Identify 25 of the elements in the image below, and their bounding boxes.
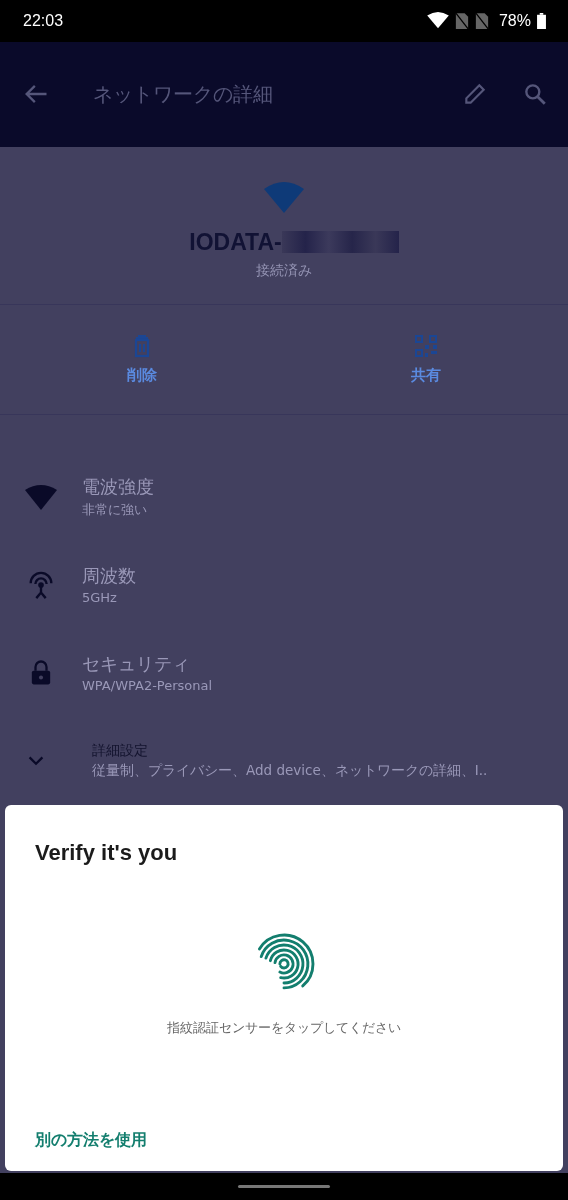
use-another-method-link[interactable]: 別の方法を使用 — [35, 1130, 147, 1152]
battery-percent: 78% — [498, 11, 531, 30]
no-sim-icon — [454, 11, 469, 30]
battery-icon — [537, 12, 546, 29]
dialog-title: Verify it's you — [35, 839, 179, 866]
qr-code-icon — [414, 333, 438, 358]
detail-value: 非常に強い — [82, 500, 148, 519]
wifi-status-icon — [426, 11, 449, 30]
lock-icon — [30, 659, 52, 687]
no-sim-icon — [474, 11, 489, 30]
detail-title: 周波数 — [82, 564, 136, 589]
detail-value: WPA/WPA2-Personal — [82, 678, 213, 694]
detail-title: 電波強度 — [82, 474, 154, 499]
share-button[interactable]: 共有 — [284, 304, 568, 414]
dialog-message: 指紋認証センサーをタップしてください — [166, 1018, 402, 1037]
wifi-signal-icon — [264, 180, 304, 213]
detail-title: セキュリティ — [82, 652, 191, 677]
detail-value: 5GHz — [82, 590, 118, 606]
connection-status: 接続済み — [256, 261, 312, 280]
gesture-handle[interactable] — [238, 1185, 330, 1189]
delete-button[interactable]: 削除 — [0, 304, 284, 414]
wifi-signal-icon — [25, 483, 57, 510]
clock-time: 22:03 — [23, 11, 64, 30]
screen-title: ネットワークの詳細 — [93, 80, 274, 108]
detail-value: 従量制、プライバシー、Add device、ネットワークの詳細、I.. — [92, 761, 488, 780]
